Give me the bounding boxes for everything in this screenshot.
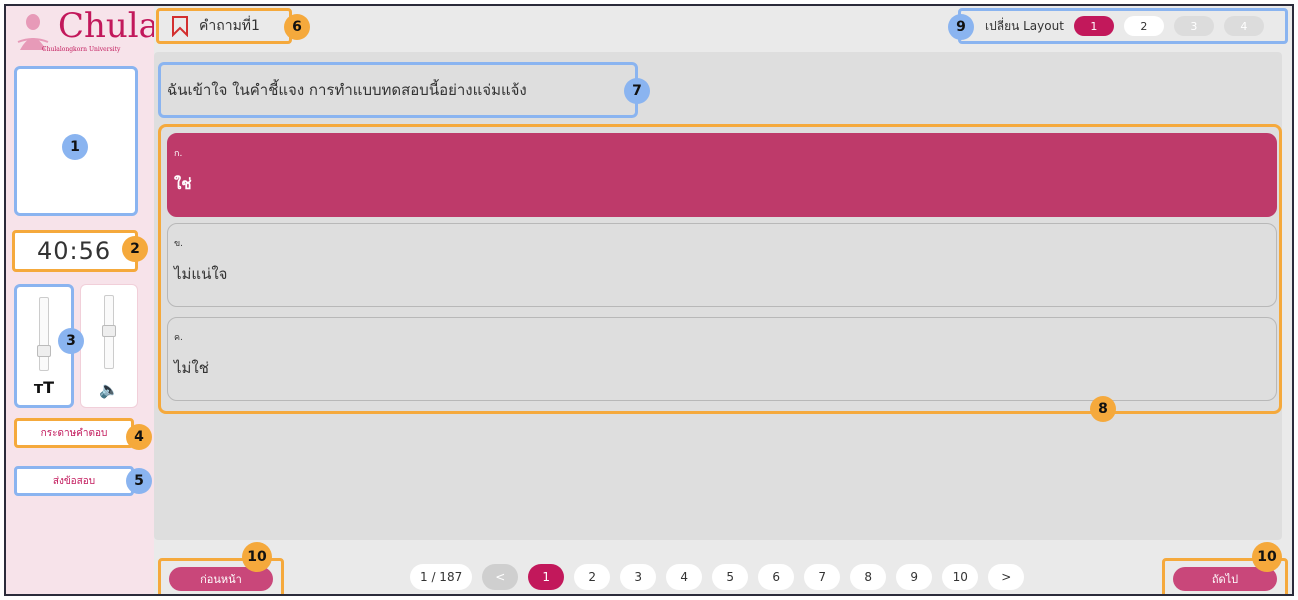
answer-sheet-button[interactable]: กระดาษคำตอบ [14, 418, 134, 448]
annotation-badge: 4 [126, 424, 152, 450]
page-button-5[interactable]: 5 [712, 564, 749, 590]
submit-exam-button[interactable]: ส่งข้อสอบ [14, 466, 134, 496]
annotation-badge: 3 [58, 328, 84, 354]
choice-letter: ก. [174, 149, 183, 159]
header: คำถามที่1 เปลี่ยน Layout 1 2 3 4 [154, 6, 1292, 52]
choice-text: ไม่ใช่ [174, 359, 209, 377]
choice-text: ไม่แน่ใจ [174, 265, 228, 283]
volume-icon: 🔈 [99, 380, 119, 399]
question-title-box: คำถามที่1 [156, 8, 292, 44]
page-button-10[interactable]: 10 [942, 564, 979, 590]
annotation-badge: 2 [122, 236, 148, 262]
page-next-button[interactable]: > [988, 564, 1025, 590]
annotation-badge: 9 [948, 14, 974, 40]
annotation-badge: 1 [62, 134, 88, 160]
text-size-icon: тT [33, 378, 55, 397]
page-count: 1 / 187 [410, 564, 473, 590]
page-button-9[interactable]: 9 [896, 564, 933, 590]
choice-option-2[interactable]: ข. ไม่แน่ใจ [167, 223, 1277, 307]
app-frame: Chula Chulalongkorn University 40:56 тT … [4, 4, 1294, 596]
page-button-8[interactable]: 8 [850, 564, 887, 590]
choices-list: ก. ใช่ ข. ไม่แน่ใจ ค. ไม่ใช่ [158, 124, 1282, 414]
page-button-6[interactable]: 6 [758, 564, 795, 590]
chula-logo: Chula Chulalongkorn University [12, 6, 159, 58]
logo-wordmark: Chula [58, 6, 159, 46]
page-button-4[interactable]: 4 [666, 564, 703, 590]
layout-option-2[interactable]: 2 [1123, 16, 1164, 36]
question-title: คำถามที่1 [199, 18, 260, 34]
page-button-7[interactable]: 7 [804, 564, 841, 590]
logo-subtitle: Chulalongkorn University [42, 46, 121, 53]
sidebar: Chula Chulalongkorn University 40:56 тT … [6, 6, 159, 594]
pagination: 1 / 187 < 1 2 3 4 5 6 7 8 9 10 > [410, 564, 1025, 590]
bookmark-icon[interactable] [171, 15, 189, 37]
choice-text: ใช่ [174, 175, 192, 193]
choice-option-1[interactable]: ก. ใช่ [167, 133, 1277, 217]
page-button-1[interactable]: 1 [528, 564, 565, 590]
page-button-3[interactable]: 3 [620, 564, 657, 590]
page-button-2[interactable]: 2 [574, 564, 611, 590]
text-size-thumb[interactable] [37, 345, 51, 357]
page-prev-button[interactable]: < [482, 564, 519, 590]
layout-label: เปลี่ยน Layout [985, 18, 1064, 33]
annotation-badge: 10 [1252, 542, 1282, 572]
annotation-badge: 5 [126, 468, 152, 494]
annotation-badge: 7 [624, 78, 650, 104]
choice-letter: ค. [174, 333, 183, 343]
footer-nav: ก่อนหน้า 1 / 187 < 1 2 3 4 5 6 7 8 9 10 … [154, 546, 1292, 594]
choice-option-3[interactable]: ค. ไม่ใช่ [167, 317, 1277, 401]
layout-option-4[interactable]: 4 [1223, 16, 1264, 36]
layout-switcher: เปลี่ยน Layout 1 2 3 4 [958, 8, 1288, 44]
choice-letter: ข. [174, 239, 184, 249]
question-panel: ฉันเข้าใจ ในคำชี้แจง การทำแบบทดสอบนี้อย่… [154, 52, 1282, 540]
annotation-badge: 8 [1090, 396, 1116, 422]
annotation-badge: 6 [284, 14, 310, 40]
question-text: ฉันเข้าใจ ในคำชี้แจง การทำแบบทดสอบนี้อย่… [158, 62, 638, 118]
layout-option-1[interactable]: 1 [1073, 16, 1114, 36]
text-size-track[interactable] [39, 297, 49, 371]
volume-thumb[interactable] [102, 325, 116, 337]
layout-option-3[interactable]: 3 [1173, 16, 1214, 36]
annotation-badge: 10 [242, 542, 272, 572]
volume-slider[interactable]: 🔈 [80, 284, 138, 408]
countdown-timer: 40:56 [12, 230, 138, 272]
